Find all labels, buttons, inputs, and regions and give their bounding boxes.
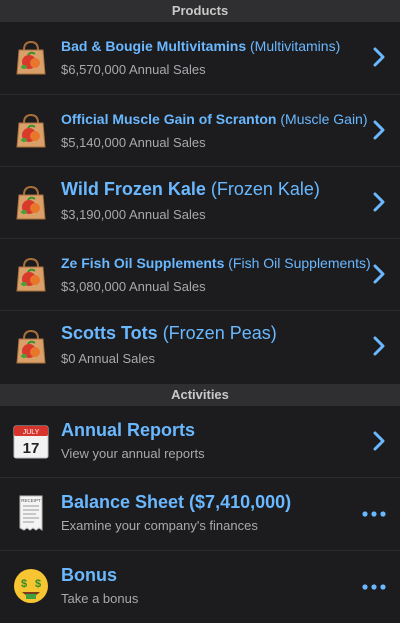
product-row[interactable]: Ze Fish Oil Supplements (Fish Oil Supple… [0, 239, 400, 311]
product-annual-sales: $3,190,000 Annual Sales [61, 207, 206, 222]
product-annual-sales: $0 Annual Sales [61, 351, 155, 366]
activity-subtitle: View your annual reports [61, 446, 205, 461]
activity-row-bonus[interactable]: $ $ Bonus Take a bonus [0, 551, 400, 623]
product-row[interactable]: Scotts Tots (Frozen Peas) $0 Annual Sale… [0, 311, 400, 384]
money-face-icon: $ $ [14, 569, 48, 603]
receipt-icon: RECEIPT [19, 495, 43, 531]
product-row[interactable]: Official Muscle Gain of Scranton (Muscle… [0, 95, 400, 167]
chevron-right-icon[interactable] [372, 263, 386, 285]
grocery-bag-icon [16, 257, 46, 292]
activity-subtitle: Examine your company's finances [61, 518, 258, 533]
product-annual-sales: $3,080,000 Annual Sales [61, 279, 206, 294]
activities-section-header: Activities [0, 384, 400, 406]
grocery-bag-icon [16, 40, 46, 75]
calendar-icon: JULY 17 [13, 425, 49, 459]
products-section-header: Products [0, 0, 400, 22]
product-annual-sales: $5,140,000 Annual Sales [61, 135, 206, 150]
activity-title: Annual Reports [61, 420, 196, 440]
chevron-right-icon[interactable] [372, 335, 386, 357]
grocery-bag-icon [16, 113, 46, 148]
product-name: Wild Frozen Kale (Frozen Kale) [61, 179, 320, 199]
product-annual-sales: $6,570,000 Annual Sales [61, 62, 206, 77]
product-row[interactable]: Wild Frozen Kale (Frozen Kale) $3,190,00… [0, 167, 400, 239]
product-row[interactable]: Bad & Bougie Multivitamins (Multivitamin… [0, 22, 400, 95]
grocery-bag-icon [16, 329, 46, 364]
chevron-right-icon[interactable] [372, 119, 386, 141]
product-name: Bad & Bougie Multivitamins (Multivitamin… [61, 38, 341, 54]
more-options-icon[interactable] [361, 583, 387, 591]
svg-text:$: $ [35, 578, 41, 590]
activity-title: Balance Sheet ($7,410,000) [61, 492, 292, 512]
chevron-right-icon[interactable] [372, 191, 386, 213]
receipt-label: RECEIPT [21, 498, 41, 503]
activity-row-balance-sheet[interactable]: RECEIPT Balance Sheet ($7,410,000) Exami… [0, 478, 400, 551]
activity-row-annual-reports[interactable]: JULY 17 Annual Reports View your annual … [0, 406, 400, 478]
grocery-bag-icon [16, 185, 46, 220]
product-name: Scotts Tots (Frozen Peas) [61, 323, 277, 343]
product-name: Official Muscle Gain of Scranton (Muscle… [61, 111, 368, 127]
more-options-icon[interactable] [361, 510, 387, 518]
svg-text:$: $ [21, 578, 27, 590]
product-name: Ze Fish Oil Supplements (Fish Oil Supple… [61, 255, 371, 271]
chevron-right-icon[interactable] [372, 430, 386, 452]
activity-title: Bonus [61, 565, 117, 585]
chevron-right-icon[interactable] [372, 46, 386, 68]
calendar-day: 17 [23, 440, 40, 457]
calendar-month: JULY [23, 429, 40, 436]
activity-subtitle: Take a bonus [61, 591, 139, 606]
